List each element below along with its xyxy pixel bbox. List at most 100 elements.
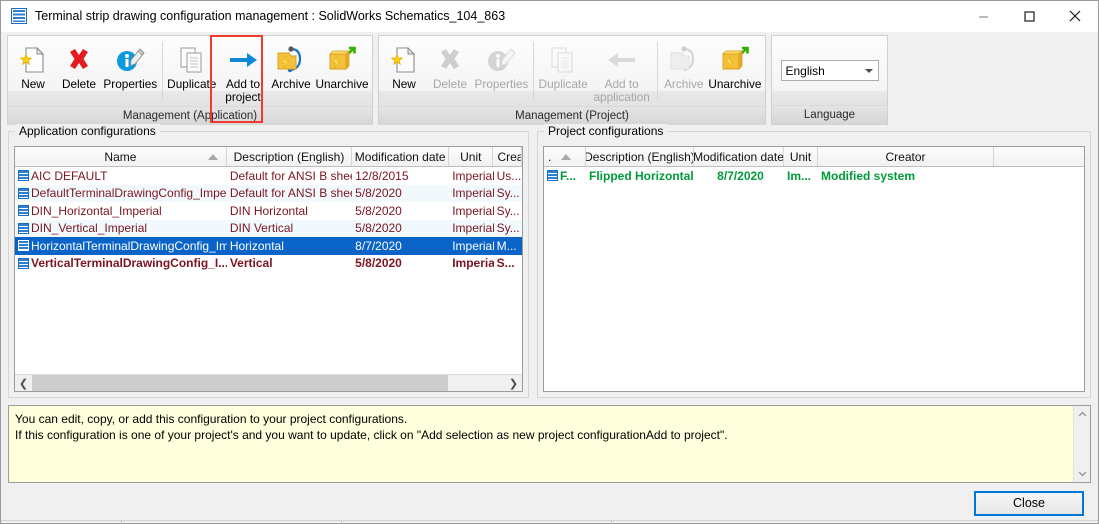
app-unarchive-button[interactable]: Unarchive xyxy=(314,40,370,106)
info-pencil-icon xyxy=(114,42,146,78)
window-controls xyxy=(960,0,1098,32)
cell-name-label: DIN_Vertical_Imperial xyxy=(31,221,148,236)
minimize-button[interactable] xyxy=(960,0,1006,32)
cell-name: F... xyxy=(544,167,586,185)
window-title: Terminal strip drawing configuration man… xyxy=(35,9,506,23)
ribbon-group-management-project: New Delete Properties Duplicate Add to a… xyxy=(378,35,766,125)
column-header-creator-label: Creator xyxy=(497,149,521,164)
cell-unit: Imperial xyxy=(452,168,494,183)
scrollbar-track[interactable] xyxy=(32,374,505,392)
app-delete-label: Delete xyxy=(61,77,97,91)
app-archive-button[interactable]: Archive xyxy=(268,40,314,106)
proj-unarchive-label: Unarchive xyxy=(708,77,762,91)
scroll-right-arrow-icon[interactable]: ❯ xyxy=(505,374,522,392)
cell-unit: Imperial xyxy=(452,238,494,253)
proj-properties-button: Properties xyxy=(473,40,530,106)
column-header-name[interactable]: . xyxy=(544,147,586,166)
info-panel: You can edit, copy, or add this configur… xyxy=(8,405,1091,483)
scroll-left-arrow-icon[interactable]: ❮ xyxy=(15,374,32,392)
ribbon-separator xyxy=(532,42,534,100)
column-header-name[interactable]: Name xyxy=(15,147,227,166)
red-x-icon xyxy=(64,42,94,78)
column-header-modification-date[interactable]: Modification date xyxy=(694,147,784,166)
table-row[interactable]: F... Flipped Horizontal 8/7/2020 Im... M… xyxy=(544,167,1084,185)
copy-pages-icon xyxy=(547,42,579,78)
cell-date: 12/8/2015 xyxy=(355,168,409,183)
app-properties-button[interactable]: Properties xyxy=(102,40,159,106)
app-duplicate-button[interactable]: Duplicate xyxy=(166,40,218,106)
config-grid-icon xyxy=(11,8,27,24)
proj-new-label: New xyxy=(392,77,416,91)
cell-name-label: AIC DEFAULT xyxy=(31,168,108,183)
ribbon-group-language: English Language xyxy=(771,35,888,125)
cell-unit: Im... xyxy=(787,168,812,183)
cell-creator: Sy... xyxy=(496,221,520,236)
cell-name: DIN_Horizontal_Imperial xyxy=(15,202,227,220)
proj-delete-button: Delete xyxy=(427,40,473,106)
table-row[interactable]: DefaultTerminalDrawingConfig_Imperial De… xyxy=(15,184,522,202)
ribbon-group-management-application: New Delete Properties Duplicate Add to p… xyxy=(7,35,373,125)
cell-name-label: DIN_Horizontal_Imperial xyxy=(31,203,162,218)
copy-pages-icon xyxy=(176,42,208,78)
info-text: You can edit, copy, or add this configur… xyxy=(9,406,1073,482)
column-header-creator[interactable]: Creator xyxy=(493,147,522,166)
proj-new-button[interactable]: New xyxy=(381,40,427,106)
cell-name-label: DefaultTerminalDrawingConfig_Imperial xyxy=(31,186,227,201)
cell-creator: S... xyxy=(496,256,515,271)
table-row[interactable]: VerticalTerminalDrawingConfig_I... Verti… xyxy=(15,255,522,273)
chevron-down-icon[interactable] xyxy=(1074,465,1091,482)
config-grid-icon xyxy=(18,205,29,217)
column-header-description[interactable]: Description (English) xyxy=(586,147,694,166)
cell-description: Default for ANSI B sheet xyxy=(229,168,353,183)
ribbon-separator xyxy=(161,42,163,100)
cell-date: 5/8/2020 xyxy=(355,221,402,236)
info-vertical-scrollbar[interactable] xyxy=(1073,406,1090,482)
cell-description: Horizontal xyxy=(229,238,284,253)
chevron-down-icon[interactable] xyxy=(860,61,878,80)
table-row[interactable]: DIN_Vertical_Imperial DIN Vertical 5/8/2… xyxy=(15,219,522,237)
table-row[interactable]: DIN_Horizontal_Imperial DIN Horizontal 5… xyxy=(15,202,522,220)
footer-bar: Close xyxy=(1,483,1098,523)
horizontal-scrollbar[interactable]: ❮ ❯ xyxy=(15,374,522,392)
cell-creator: Modified system xyxy=(821,168,916,183)
column-header-creator-label: Creator xyxy=(885,149,926,164)
config-grid-icon xyxy=(18,222,29,234)
unarchive-box-icon xyxy=(719,42,751,78)
column-header-modification-date-label: Modification date xyxy=(354,149,446,164)
cell-description: DIN Horizontal xyxy=(229,203,308,218)
column-header-creator[interactable]: Creator xyxy=(818,147,994,166)
app-new-button[interactable]: New xyxy=(10,40,56,106)
info-line-1: You can edit, copy, or add this configur… xyxy=(15,412,408,427)
cell-creator: Us... xyxy=(496,168,522,183)
grid-header: Name Description (English) Modification … xyxy=(15,147,522,167)
add-to-project-button[interactable]: Add to project xyxy=(218,40,268,106)
column-header-filler[interactable] xyxy=(994,147,1084,166)
app-delete-button[interactable]: Delete xyxy=(56,40,102,106)
arrow-right-icon xyxy=(227,42,259,78)
column-header-modification-date[interactable]: Modification date xyxy=(352,147,450,166)
cell-unit: Imperial xyxy=(452,256,493,271)
add-to-application-button: Add to application xyxy=(589,40,653,106)
column-header-unit[interactable]: Unit xyxy=(449,147,494,166)
sort-ascending-icon xyxy=(207,153,218,160)
chevron-up-icon[interactable] xyxy=(1074,406,1091,423)
table-row[interactable]: AIC DEFAULT Default for ANSI B sheet 12/… xyxy=(15,167,522,185)
ribbon-group-caption-language: Language xyxy=(772,105,887,124)
app-new-label: New xyxy=(21,77,45,91)
maximize-button[interactable] xyxy=(1006,0,1052,32)
close-button[interactable] xyxy=(1052,0,1098,32)
column-header-description[interactable]: Description (English) xyxy=(227,147,353,166)
scrollbar-thumb[interactable] xyxy=(32,374,449,392)
language-select[interactable]: English xyxy=(780,60,879,81)
application-configurations-grid[interactable]: Name Description (English) Modification … xyxy=(14,146,523,393)
unarchive-box-icon xyxy=(326,42,358,78)
config-grid-icon xyxy=(18,170,29,182)
application-configurations-group: Application configurations Name Descript… xyxy=(8,124,529,399)
proj-unarchive-button[interactable]: Unarchive xyxy=(707,40,763,106)
arrow-left-icon xyxy=(606,42,638,78)
table-row-selected[interactable]: HorizontalTerminalDrawingConfig_Impe... … xyxy=(15,237,522,255)
close-dialog-button[interactable]: Close xyxy=(974,490,1084,516)
config-panels: Application configurations Name Descript… xyxy=(8,124,1091,399)
column-header-unit[interactable]: Unit xyxy=(784,147,818,166)
project-configurations-grid[interactable]: . Description (English) Modification dat… xyxy=(543,146,1085,393)
